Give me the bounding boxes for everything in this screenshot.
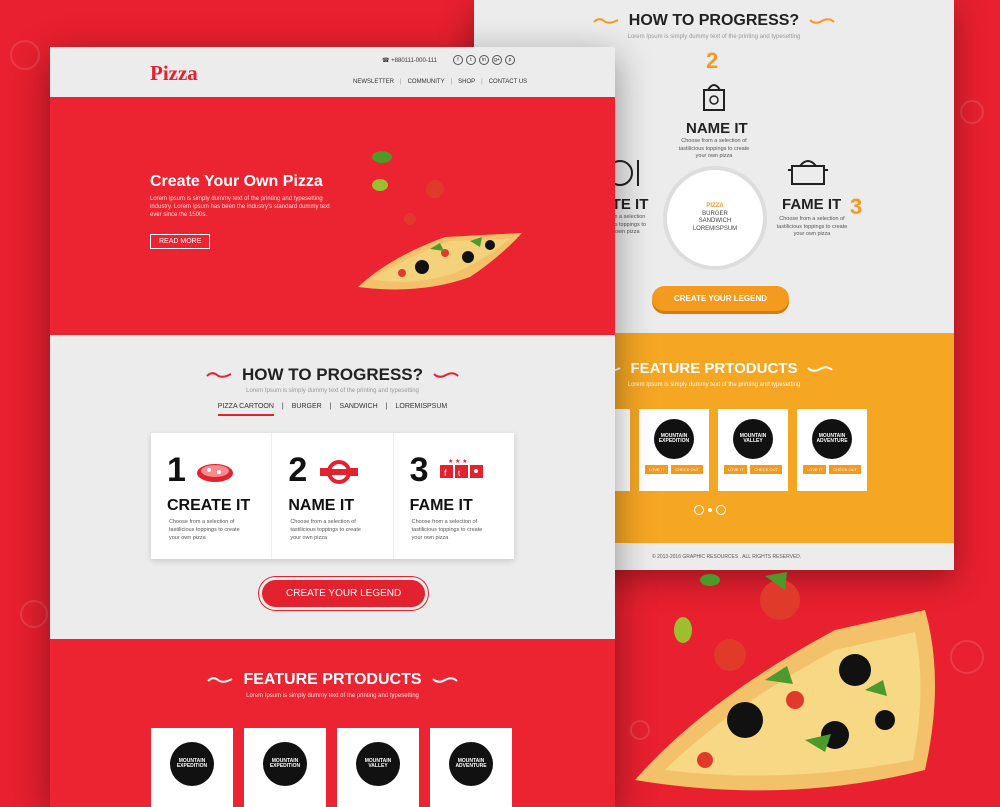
hero-text: Lorem Ipsum is simply dummy text of the …: [150, 196, 330, 219]
back-how-subtitle: Lorem Ipsum is simply dummy text of the …: [627, 34, 801, 40]
tab-sandwich[interactable]: SANDWICH: [340, 403, 378, 416]
back-name-it: NAME IT: [686, 120, 748, 137]
step-name: FAME IT: [409, 497, 473, 514]
steps-card: 1 CREATE IT Choose from a selection of t…: [151, 433, 514, 559]
carousel-prev-icon[interactable]: [694, 505, 704, 515]
pizza-slice-image: [358, 151, 522, 290]
pinterest-icon[interactable]: p: [505, 55, 515, 65]
wheel-item[interactable]: SANDWICH: [699, 218, 732, 226]
carousel-dot[interactable]: [708, 508, 712, 512]
facebook-icon[interactable]: f: [453, 55, 463, 65]
how-title: HOW TO PROGRESS?: [206, 365, 459, 385]
product-logo: MOUNTAIN EXPEDITION: [654, 419, 694, 459]
check-out-button[interactable]: CHECK OUT: [671, 465, 703, 474]
feature-subtitle: Lorem Ipsum is simply dummy text of the …: [246, 693, 419, 699]
category-wheel[interactable]: PIZZA BURGER SANDWICH LOREMISPSUM: [667, 170, 763, 266]
pizza-icon: [197, 464, 233, 482]
how-subtitle: Lorem Ipsum is simply dummy text of the …: [246, 388, 419, 394]
nav-community[interactable]: COMMUNITY: [408, 79, 445, 85]
phone-number: ☎ +880111-000-111: [382, 58, 437, 64]
squiggle-icon: [431, 677, 458, 683]
linkedin-icon[interactable]: in: [479, 55, 489, 65]
step-description: Choose from a selection of tastilicious …: [169, 519, 240, 541]
step-fame-it: 3 f t ★ ★ ★ FAME IT Choose from a select…: [392, 433, 514, 559]
step-number: 1: [167, 451, 186, 489]
product-logo: MOUNTAIN ADVENTURE: [812, 419, 852, 459]
feature-title: FEATURE PRTODUCTS: [207, 671, 458, 689]
step-number: 2: [288, 451, 308, 489]
check-out-button[interactable]: CHECK OUT: [750, 465, 782, 474]
tab-loremispsum[interactable]: LOREMISPSUM: [395, 403, 447, 416]
squiggle-icon: [433, 372, 459, 378]
squiggle-icon: [206, 372, 232, 378]
twitter-icon[interactable]: t: [466, 55, 476, 65]
carousel-dots[interactable]: [694, 505, 726, 515]
back-name-it-text: Choose from a selection of tastilicious …: [678, 138, 750, 160]
footer-copyright: © 2013-2016 GRAPHIC RESOURCES . ALL RIGH…: [652, 554, 802, 560]
squiggle-icon: [809, 18, 835, 24]
product-card[interactable]: MOUNTAIN VALLEY LOVE IT CHECK OUT: [718, 409, 788, 491]
product-card[interactable]: MOUNTAIN VALLEY: [337, 728, 419, 807]
large-pizza-slice-image: [635, 572, 935, 791]
check-out-button[interactable]: CHECK OUT: [829, 465, 861, 474]
pot-icon: [788, 160, 828, 185]
social-share-icon: f t ★ ★ ★: [439, 458, 483, 478]
header: Pizza ☎ +880111-000-111 f t in g+ p NEWS…: [50, 47, 615, 97]
step-name: NAME IT: [288, 497, 355, 514]
front-page-preview: Pizza ☎ +880111-000-111 f t in g+ p NEWS…: [50, 47, 615, 807]
create-legend-button[interactable]: CREATE YOUR LEGEND: [262, 580, 426, 607]
product-logo: MOUNTAIN VALLEY: [356, 742, 400, 786]
hero-section: Create Your Own Pizza Lorem Ipsum is sim…: [50, 97, 615, 335]
squiggle-icon: [807, 365, 834, 372]
squiggle-icon: [593, 18, 619, 24]
back-fame-it: FAME IT: [782, 196, 842, 213]
wheel-item[interactable]: PIZZA: [706, 203, 723, 211]
feature-products-section: FEATURE PRTODUCTS Lorem Ipsum is simply …: [50, 639, 615, 807]
main-nav: NEWSLETTER | COMMUNITY | SHOP | CONTACT US: [353, 79, 528, 85]
carousel-next-icon[interactable]: [716, 505, 726, 515]
tab-pizza-cartoon[interactable]: PIZZA CARTOON: [217, 403, 274, 416]
love-it-button[interactable]: LOVE IT: [724, 465, 748, 474]
read-more-button[interactable]: READ MORE: [150, 234, 211, 249]
badge-icon: [320, 460, 359, 484]
back-create-legend-button[interactable]: CREATE YOUR LEGEND: [652, 286, 790, 311]
product-logo: MOUNTAIN ADVENTURE: [449, 742, 493, 786]
nav-newsletter[interactable]: NEWSLETTER: [353, 79, 394, 85]
squiggle-icon: [207, 677, 233, 683]
product-logo: MOUNTAIN VALLEY: [733, 419, 773, 459]
product-logo: MOUNTAIN EXPEDITION: [170, 742, 214, 786]
product-card[interactable]: MOUNTAIN EXPEDITION: [244, 728, 326, 807]
how-to-progress-section: HOW TO PROGRESS? Lorem Ipsum is simply d…: [50, 335, 615, 639]
back-how-title: HOW TO PROGRESS?: [593, 12, 835, 30]
step-name: CREATE IT: [167, 497, 251, 514]
step-name-it: 2 NAME IT Choose from a selection of tas…: [271, 433, 392, 559]
step-create-it: 1 CREATE IT Choose from a selection of t…: [151, 433, 271, 559]
step-description: Choose from a selection of tastilicious …: [411, 519, 483, 541]
love-it-button[interactable]: LOVE IT: [803, 465, 827, 474]
wheel-item[interactable]: LOREMISPSUM: [693, 226, 737, 234]
site-logo[interactable]: Pizza: [150, 61, 198, 86]
step-number: 3: [409, 451, 429, 489]
category-tabs: PIZZA CARTOON | BURGER | SANDWICH | LOREMIS…: [50, 403, 615, 416]
nav-contact-us[interactable]: CONTACT US: [489, 79, 527, 85]
tab-burger[interactable]: BURGER: [292, 403, 322, 416]
product-card[interactable]: MOUNTAIN ADVENTURE LOVE IT CHECK OUT: [797, 409, 867, 491]
back-fame-it-text: Choose from a selection of tastilicious …: [776, 216, 848, 238]
svg-text:★ ★ ★: ★ ★ ★: [448, 458, 467, 465]
social-icons: f t in g+ p: [453, 55, 515, 65]
step-description: Choose from a selection of tastilicious …: [290, 519, 361, 541]
hero-title: Create Your Own Pizza: [150, 173, 323, 190]
product-card[interactable]: MOUNTAIN ADVENTURE: [430, 728, 512, 807]
love-it-button[interactable]: LOVE IT: [645, 465, 669, 474]
nav-shop[interactable]: SHOP: [458, 79, 475, 85]
product-card[interactable]: MOUNTAIN EXPEDITION: [151, 728, 233, 807]
kettle-icon: [703, 84, 725, 111]
back-feature-title: FEATURE PRTODUCTS: [594, 360, 834, 377]
step-number: 2: [706, 48, 719, 73]
wheel-item[interactable]: BURGER: [702, 211, 728, 219]
product-card[interactable]: MOUNTAIN EXPEDITION LOVE IT CHECK OUT: [639, 409, 709, 491]
product-logo: MOUNTAIN EXPEDITION: [263, 742, 307, 786]
google-plus-icon[interactable]: g+: [492, 55, 502, 65]
